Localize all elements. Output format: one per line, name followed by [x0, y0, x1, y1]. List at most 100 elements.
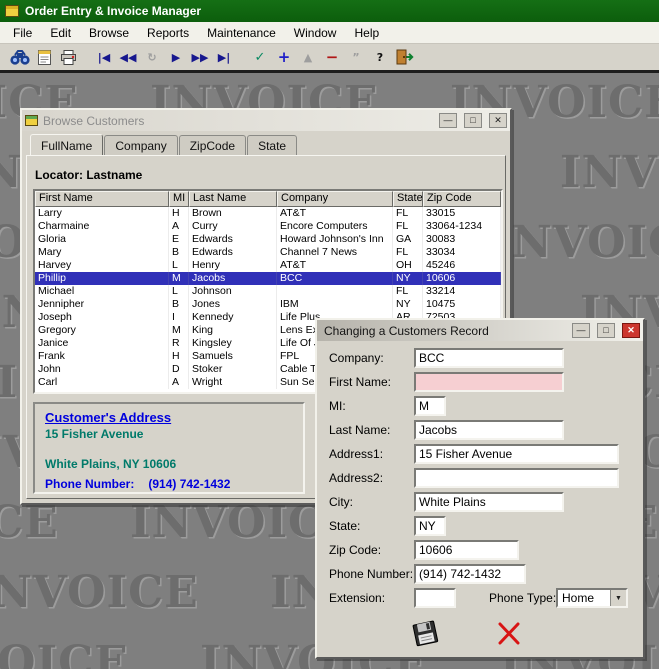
select-button[interactable]: ✓ [248, 46, 272, 68]
browse-window-title: Browse Customers [43, 114, 432, 128]
grid-header: First NameMILast NameCompanyStateZip Cod… [35, 191, 501, 207]
mi-input[interactable] [414, 396, 446, 416]
edit-form: Extension: Phone Type: Home ▼ [317, 341, 643, 657]
table-row[interactable]: HarveyLHenryAT&TOH45246 [35, 259, 501, 272]
diskette-icon [407, 618, 443, 650]
column-header[interactable]: Last Name [189, 191, 277, 207]
minimize-button[interactable]: — [572, 323, 590, 338]
find-button[interactable] [8, 46, 32, 68]
city-input[interactable] [414, 492, 564, 512]
maximize-button[interactable]: □ [464, 113, 482, 128]
invoice-form-button[interactable] [32, 46, 56, 68]
table-cell: NY [393, 298, 423, 311]
menu-maintenance[interactable]: Maintenance [198, 23, 285, 43]
table-cell: A [169, 376, 189, 389]
nav-next-page-button[interactable]: ▶▶ [188, 46, 212, 68]
table-row[interactable]: JennipherBJonesIBMNY10475 [35, 298, 501, 311]
app-title: Order Entry & Invoice Manager [25, 4, 201, 18]
field-label: Company: [329, 351, 384, 365]
menu-window[interactable]: Window [285, 23, 346, 43]
column-header[interactable]: Company [277, 191, 393, 207]
app-icon [5, 5, 19, 17]
insert-button[interactable]: + [272, 46, 296, 68]
table-row[interactable]: MichaelLJohnsonFL33214 [35, 285, 501, 298]
table-row[interactable]: PhillipMJacobsBCCNY10606 [35, 272, 501, 285]
extension-input[interactable] [414, 588, 456, 608]
table-cell: Phillip [35, 272, 169, 285]
table-row[interactable]: LarryHBrownAT&TFL33015 [35, 207, 501, 220]
table-cell: OH [393, 259, 423, 272]
table-cell: Frank [35, 350, 169, 363]
table-cell: NY [393, 272, 423, 285]
table-cell: FL [393, 207, 423, 220]
table-cell: Jacobs [189, 272, 277, 285]
maximize-button[interactable]: □ [597, 323, 615, 338]
company-input[interactable] [414, 348, 564, 368]
print-button[interactable] [56, 46, 80, 68]
field-label: Zip Code: [329, 543, 381, 557]
exit-button[interactable] [392, 46, 416, 68]
nav-next-button[interactable]: ▶ [164, 46, 188, 68]
table-cell: Jones [189, 298, 277, 311]
memo-button[interactable]: ” [344, 46, 368, 68]
minimize-button[interactable]: — [439, 113, 457, 128]
sort-button[interactable]: ▲ [296, 46, 320, 68]
table-row[interactable]: MaryBEdwardsChannel 7 NewsFL33034 [35, 246, 501, 259]
table-cell: 33034 [423, 246, 501, 259]
browse-window-titlebar[interactable]: Browse Customers — □ ✕ [22, 110, 510, 131]
column-header[interactable]: First Name [35, 191, 169, 207]
save-button[interactable] [405, 617, 445, 651]
column-header[interactable]: Zip Code [423, 191, 501, 207]
close-button[interactable]: ✕ [622, 323, 640, 338]
field-label: Phone Type: [489, 591, 556, 605]
menu-edit[interactable]: Edit [41, 23, 80, 43]
table-cell: FL [393, 246, 423, 259]
tab-company[interactable]: Company [104, 135, 177, 156]
zip-code-input[interactable] [414, 540, 519, 560]
table-cell: Larry [35, 207, 169, 220]
tab-state[interactable]: State [247, 135, 297, 156]
address2-input[interactable] [414, 468, 619, 488]
phone-type-select[interactable]: Home ▼ [556, 588, 628, 608]
column-header[interactable]: MI [169, 191, 189, 207]
tab-zipcode[interactable]: ZipCode [179, 135, 246, 156]
edit-window-titlebar[interactable]: Changing a Customers Record — □ ✕ [317, 320, 643, 341]
field-label: Address1: [329, 447, 383, 461]
refresh-button[interactable]: ↻ [140, 46, 164, 68]
menu-help[interactable]: Help [345, 23, 388, 43]
table-cell: Kingsley [189, 337, 277, 350]
browse-tabs: FullNameCompanyZipCodeState [30, 135, 298, 156]
table-row[interactable]: CharmaineACurryEncore ComputersFL33064-1… [35, 220, 501, 233]
state-input[interactable] [414, 516, 446, 536]
table-cell: 10606 [423, 272, 501, 285]
table-cell: 33015 [423, 207, 501, 220]
menu-browse[interactable]: Browse [80, 23, 138, 43]
table-cell: M [169, 272, 189, 285]
cancel-button[interactable] [489, 617, 529, 651]
table-cell: Wright [189, 376, 277, 389]
tab-fullname[interactable]: FullName [30, 134, 103, 155]
app-titlebar: Order Entry & Invoice Manager [0, 0, 659, 22]
table-cell: FL [393, 220, 423, 233]
table-cell: A [169, 220, 189, 233]
table-cell: I [169, 311, 189, 324]
first-name-input[interactable] [414, 372, 564, 392]
menu-file[interactable]: File [4, 23, 41, 43]
table-cell: Edwards [189, 246, 277, 259]
nav-last-button[interactable]: ▶| [212, 46, 236, 68]
nav-prev-page-button[interactable]: ◀◀ [116, 46, 140, 68]
close-button[interactable]: ✕ [489, 113, 507, 128]
phone-number-input[interactable] [414, 564, 526, 584]
column-header[interactable]: State [393, 191, 423, 207]
delete-button[interactable]: − [320, 46, 344, 68]
browse-window-icon [25, 115, 38, 126]
table-cell: Henry [189, 259, 277, 272]
chevron-down-icon[interactable]: ▼ [610, 590, 626, 606]
last-name-input[interactable] [414, 420, 564, 440]
table-row[interactable]: GloriaEEdwardsHoward Johnson's InnGA3008… [35, 233, 501, 246]
address1-input[interactable] [414, 444, 619, 464]
menu-reports[interactable]: Reports [138, 23, 198, 43]
help-button[interactable]: ? [368, 46, 392, 68]
nav-first-button[interactable]: |◀ [92, 46, 116, 68]
address-city-line: White Plains, NY 10606 [45, 457, 293, 471]
